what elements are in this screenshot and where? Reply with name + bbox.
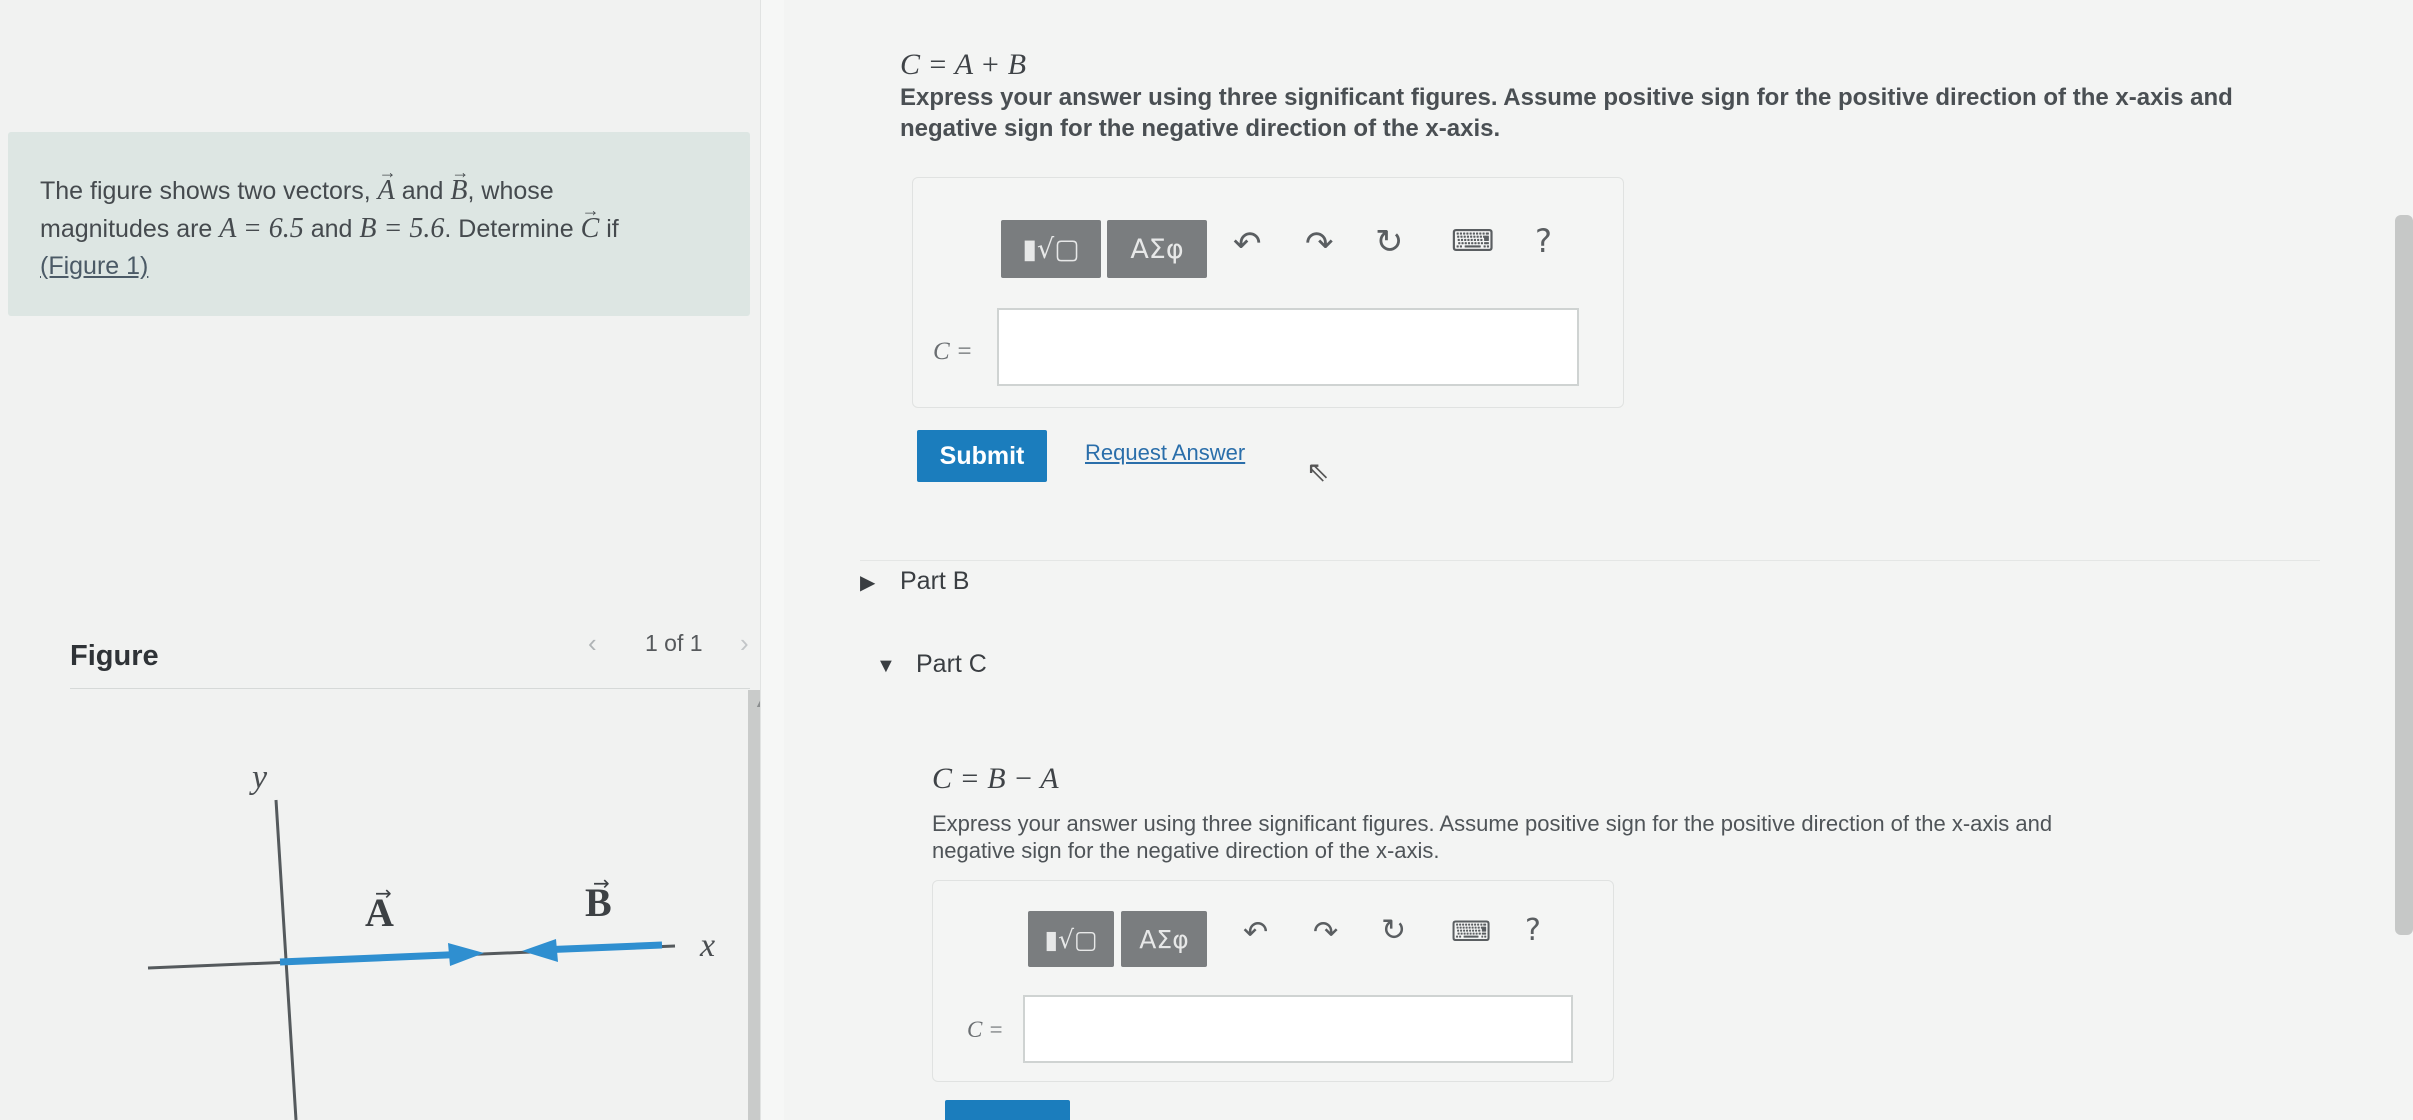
part-a-instructions: Express your answer using three signific… [900,82,2370,144]
redo-icon[interactable]: ↷ [1305,224,1334,264]
figure-link[interactable]: (Figure 1) [40,252,148,280]
problem-whose: , whose [467,177,554,205]
part-c-header[interactable]: ▼ Part C [860,650,2320,710]
part-c-label: Part C [916,650,987,678]
help-icon[interactable]: ? [1535,222,1552,260]
templates-button-c[interactable]: ▮√▢ [1028,911,1114,967]
help-icon[interactable]: ? [1525,913,1541,948]
chevron-left-icon[interactable]: ‹ [588,628,597,659]
vector-b-arrowhead [522,939,558,962]
part-a-instructions-line1: Express your answer using three signific… [900,84,2233,111]
problem-magnitudes: magnitudes are [40,215,213,243]
problem-and-1: and [401,177,444,205]
problem-determine: . Determine [444,215,574,243]
greek-symbols-button-c[interactable]: ΑΣφ [1121,911,1207,967]
part-c-answer-label: C = [967,1017,1004,1042]
part-c-answer-input[interactable] [1023,995,1573,1063]
undo-icon[interactable]: ↶ [1243,915,1268,950]
part-a-answer-input[interactable] [997,308,1579,386]
figure-pager: 1 of 1 [645,630,703,656]
panel-divider [760,0,785,1120]
part-a-answer-label: C = [933,338,973,365]
vector-b-label-arrow: → [593,871,610,895]
problem-and-2: and [310,215,353,243]
part-c-instructions: Express your answer using three signific… [932,810,2392,864]
vector-figure: y x A → B → [147,759,715,1120]
part-c-answer-card: ▮√▢ ΑΣφ ↶ ↷ ↻ ⌨ ? C = [932,880,1614,1082]
keyboard-icon[interactable]: ⌨ [1451,915,1491,948]
b-magnitude: B = 5.6 [359,213,445,244]
page-scrollbar[interactable] [2395,215,2413,935]
redo-icon[interactable]: ↷ [1313,915,1338,950]
vector-a-arrowhead [448,943,484,966]
reset-icon[interactable]: ↻ [1381,913,1406,948]
problem-intro: The figure shows two vectors, [40,177,371,205]
mouse-cursor-icon: ⇖ [1306,456,1330,487]
part-c-instructions-line1: Express your answer using three signific… [932,811,2053,836]
problem-if: if [606,215,619,243]
part-c-submit-button[interactable] [945,1100,1070,1120]
part-c-formula: C = B − A [932,762,1059,795]
problem-statement: The figure shows two vectors, → A and → B,… [40,162,720,285]
vector-a-label-arrow: → [375,881,392,905]
part-c-instructions-line2: negative sign for the negative direction… [932,838,1440,863]
greek-symbols-button[interactable]: ΑΣφ [1107,220,1207,278]
undo-icon[interactable]: ↶ [1233,224,1262,264]
vector-c-symbol: → C [580,200,600,244]
reset-icon[interactable]: ↻ [1375,222,1404,262]
part-b-header[interactable]: ▶ Part B [860,560,2320,601]
keyboard-icon[interactable]: ⌨ [1451,224,1494,259]
figure-title: Figure [70,640,159,672]
part-b-label: Part B [900,567,970,595]
x-axis-label: x [699,927,715,964]
vector-a-symbol: → A [377,162,397,206]
figure-divider [70,688,750,689]
chevron-right-icon[interactable]: › [740,628,749,659]
collapse-triangle-icon: ▼ [876,655,896,677]
templates-button[interactable]: ▮√▢ [1001,220,1101,278]
vector-b-arrow [539,941,663,954]
submit-button[interactable]: Submit [917,430,1047,482]
y-axis-label: y [249,759,268,796]
expand-triangle-icon: ▶ [860,572,876,594]
a-magnitude: A = 6.5 [219,213,304,244]
part-a-answer-card: ▮√▢ ΑΣφ ↶ ↷ ↻ ⌨ ? C = [912,177,1624,408]
part-a-formula: C = A + B [900,48,1027,81]
vector-a-arrow [279,950,471,966]
request-answer-link[interactable]: Request Answer [1085,440,1245,466]
part-a-instructions-line2: negative sign for the negative direction… [900,115,1501,142]
vector-b-symbol: → B [450,162,470,206]
